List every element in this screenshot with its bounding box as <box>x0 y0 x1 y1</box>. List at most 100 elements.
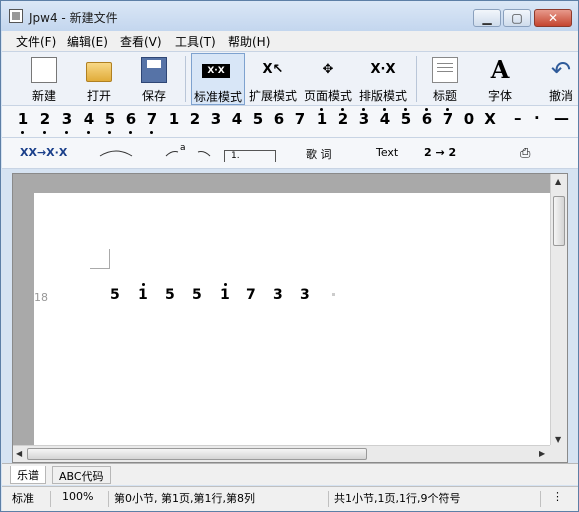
extended-mode-label: 扩展模式 <box>248 89 297 103</box>
note-low-1[interactable]: 1 <box>16 110 30 134</box>
close-button[interactable]: ✕ <box>534 9 572 27</box>
menu-edit[interactable]: 编辑(E) <box>67 33 108 50</box>
score-viewport[interactable]: 18 5 1 5 5 1 7 3 3 ▲ ▼ ◀ ▶ <box>12 173 568 463</box>
note-low-7[interactable]: 7 <box>145 110 159 134</box>
volta-bracket[interactable]: 1. <box>224 150 276 162</box>
menu-file[interactable]: 文件(F) <box>16 33 56 50</box>
note-high-5[interactable]: 5 <box>399 108 413 128</box>
note-mid-6[interactable]: 6 <box>272 110 286 128</box>
open-button[interactable]: 打开 <box>72 53 126 105</box>
move-arrows-icon: ✥ <box>322 62 334 77</box>
score-note[interactable]: 1 <box>220 283 230 303</box>
scroll-right-icon[interactable]: ▶ <box>539 449 545 458</box>
score-note[interactable]: 7 <box>246 287 256 303</box>
dot-symbol[interactable]: · <box>534 109 540 127</box>
resize-grip-icon[interactable]: ⋮ <box>552 490 563 503</box>
note-high-3[interactable]: 3 <box>357 108 371 128</box>
status-position: 第0小节, 第1页,第1行,第8列 <box>114 492 255 505</box>
extended-mode-button[interactable]: X↖ 扩展模式 <box>246 53 300 105</box>
scroll-up-icon[interactable]: ▲ <box>555 177 561 186</box>
title-bar[interactable]: Jpw4 - 新建文件 ▁ ▢ ✕ <box>1 1 578 31</box>
score-note[interactable]: 3 <box>300 287 310 303</box>
score-page[interactable]: 18 5 1 5 5 1 7 3 3 <box>34 193 551 447</box>
status-divider <box>328 491 329 507</box>
status-mode: 标准 <box>12 492 34 505</box>
score-note[interactable]: 5 <box>165 287 175 303</box>
note-high-7[interactable]: 7 <box>441 108 455 128</box>
undo-button[interactable]: ↶ 撤消 <box>534 53 579 105</box>
maximize-button[interactable]: ▢ <box>503 9 531 27</box>
triplet-button[interactable]: XX→X·X <box>20 146 67 159</box>
extended-mode-icon: X↖ <box>262 62 284 77</box>
horizontal-scrollbar[interactable]: ◀ ▶ <box>13 445 551 462</box>
score-note[interactable]: 1 <box>138 283 148 303</box>
save-label: 保存 <box>141 89 166 103</box>
heading-button[interactable]: 标题 <box>418 53 472 105</box>
note-mid-7[interactable]: 7 <box>293 110 307 128</box>
note-low-4[interactable]: 4 <box>82 110 96 134</box>
vertical-scrollbar[interactable]: ▲ ▼ <box>550 174 567 447</box>
note-high-6[interactable]: 6 <box>420 108 434 128</box>
folder-icon <box>86 62 112 82</box>
toolbar-separator <box>416 56 417 102</box>
layout-mode-label: 排版模式 <box>358 89 407 103</box>
transpose-button[interactable]: 2 → 2 <box>424 146 456 159</box>
note-mid-3[interactable]: 3 <box>209 110 223 128</box>
export-icon[interactable]: ⎙ <box>520 146 530 161</box>
note-high-2[interactable]: 2 <box>336 108 350 128</box>
note-high-4[interactable]: 4 <box>378 108 392 128</box>
score-note[interactable]: 5 <box>110 287 120 303</box>
app-window: Jpw4 - 新建文件 ▁ ▢ ✕ 文件(F) 编辑(E) 查看(V) 工具(T… <box>0 0 579 512</box>
tab-abc-code[interactable]: ABC代码 <box>52 466 111 484</box>
layout-mode-button[interactable]: X·X 排版模式 <box>356 53 410 105</box>
font-button[interactable]: A 字体 <box>473 53 527 105</box>
note-high-1[interactable]: 1 <box>315 108 329 128</box>
menu-bar: 文件(F) 编辑(E) 查看(V) 工具(T) 帮助(H) <box>2 31 578 51</box>
dash-symbol[interactable]: – <box>514 109 522 127</box>
menu-help[interactable]: 帮助(H) <box>228 33 270 50</box>
menu-tools[interactable]: 工具(T) <box>175 33 216 50</box>
maximize-icon: ▢ <box>511 11 523 25</box>
line-symbol[interactable]: — <box>554 109 569 127</box>
new-label: 新建 <box>31 89 56 103</box>
minimize-icon: ▁ <box>482 11 492 25</box>
tie-icon[interactable] <box>98 148 134 158</box>
horizontal-scroll-thumb[interactable] <box>27 448 367 460</box>
note-rest[interactable]: 0 <box>462 110 476 128</box>
note-x[interactable]: X <box>483 110 497 128</box>
status-zoom: 100% <box>62 490 94 503</box>
standard-mode-label: 标准模式 <box>193 90 242 104</box>
toolbar-separator <box>185 56 186 102</box>
app-icon <box>9 9 23 23</box>
note-low-2[interactable]: 2 <box>38 110 52 134</box>
note-low-6[interactable]: 6 <box>124 110 138 134</box>
save-button[interactable]: 保存 <box>127 53 181 105</box>
note-mid-2[interactable]: 2 <box>188 110 202 128</box>
vertical-scroll-thumb[interactable] <box>553 196 565 246</box>
new-button[interactable]: 新建 <box>17 53 71 105</box>
heading-label: 标题 <box>432 89 457 103</box>
text-button[interactable]: Text <box>376 146 398 159</box>
scroll-down-icon[interactable]: ▼ <box>555 435 561 444</box>
page-mode-label: 页面模式 <box>303 89 352 103</box>
status-divider <box>108 491 109 507</box>
tab-score[interactable]: 乐谱 <box>10 466 46 484</box>
score-note[interactable]: 3 <box>273 287 283 303</box>
scroll-corner <box>550 445 567 462</box>
standard-mode-button[interactable]: X·X 标准模式 <box>191 53 245 105</box>
note-mid-1[interactable]: 1 <box>167 110 181 128</box>
note-low-5[interactable]: 5 <box>103 110 117 134</box>
page-mode-button[interactable]: ✥ 页面模式 <box>301 53 355 105</box>
status-divider <box>540 491 541 507</box>
menu-view[interactable]: 查看(V) <box>120 33 162 50</box>
slur-icon[interactable] <box>164 148 212 158</box>
lyrics-button[interactable]: 歌 词 <box>306 146 332 162</box>
score-note[interactable]: 5 <box>192 287 202 303</box>
status-divider <box>50 491 51 507</box>
note-low-3[interactable]: 3 <box>60 110 74 134</box>
font-label: 字体 <box>487 89 512 103</box>
note-mid-5[interactable]: 5 <box>251 110 265 128</box>
minimize-button[interactable]: ▁ <box>473 9 501 27</box>
scroll-left-icon[interactable]: ◀ <box>16 449 22 458</box>
note-mid-4[interactable]: 4 <box>230 110 244 128</box>
